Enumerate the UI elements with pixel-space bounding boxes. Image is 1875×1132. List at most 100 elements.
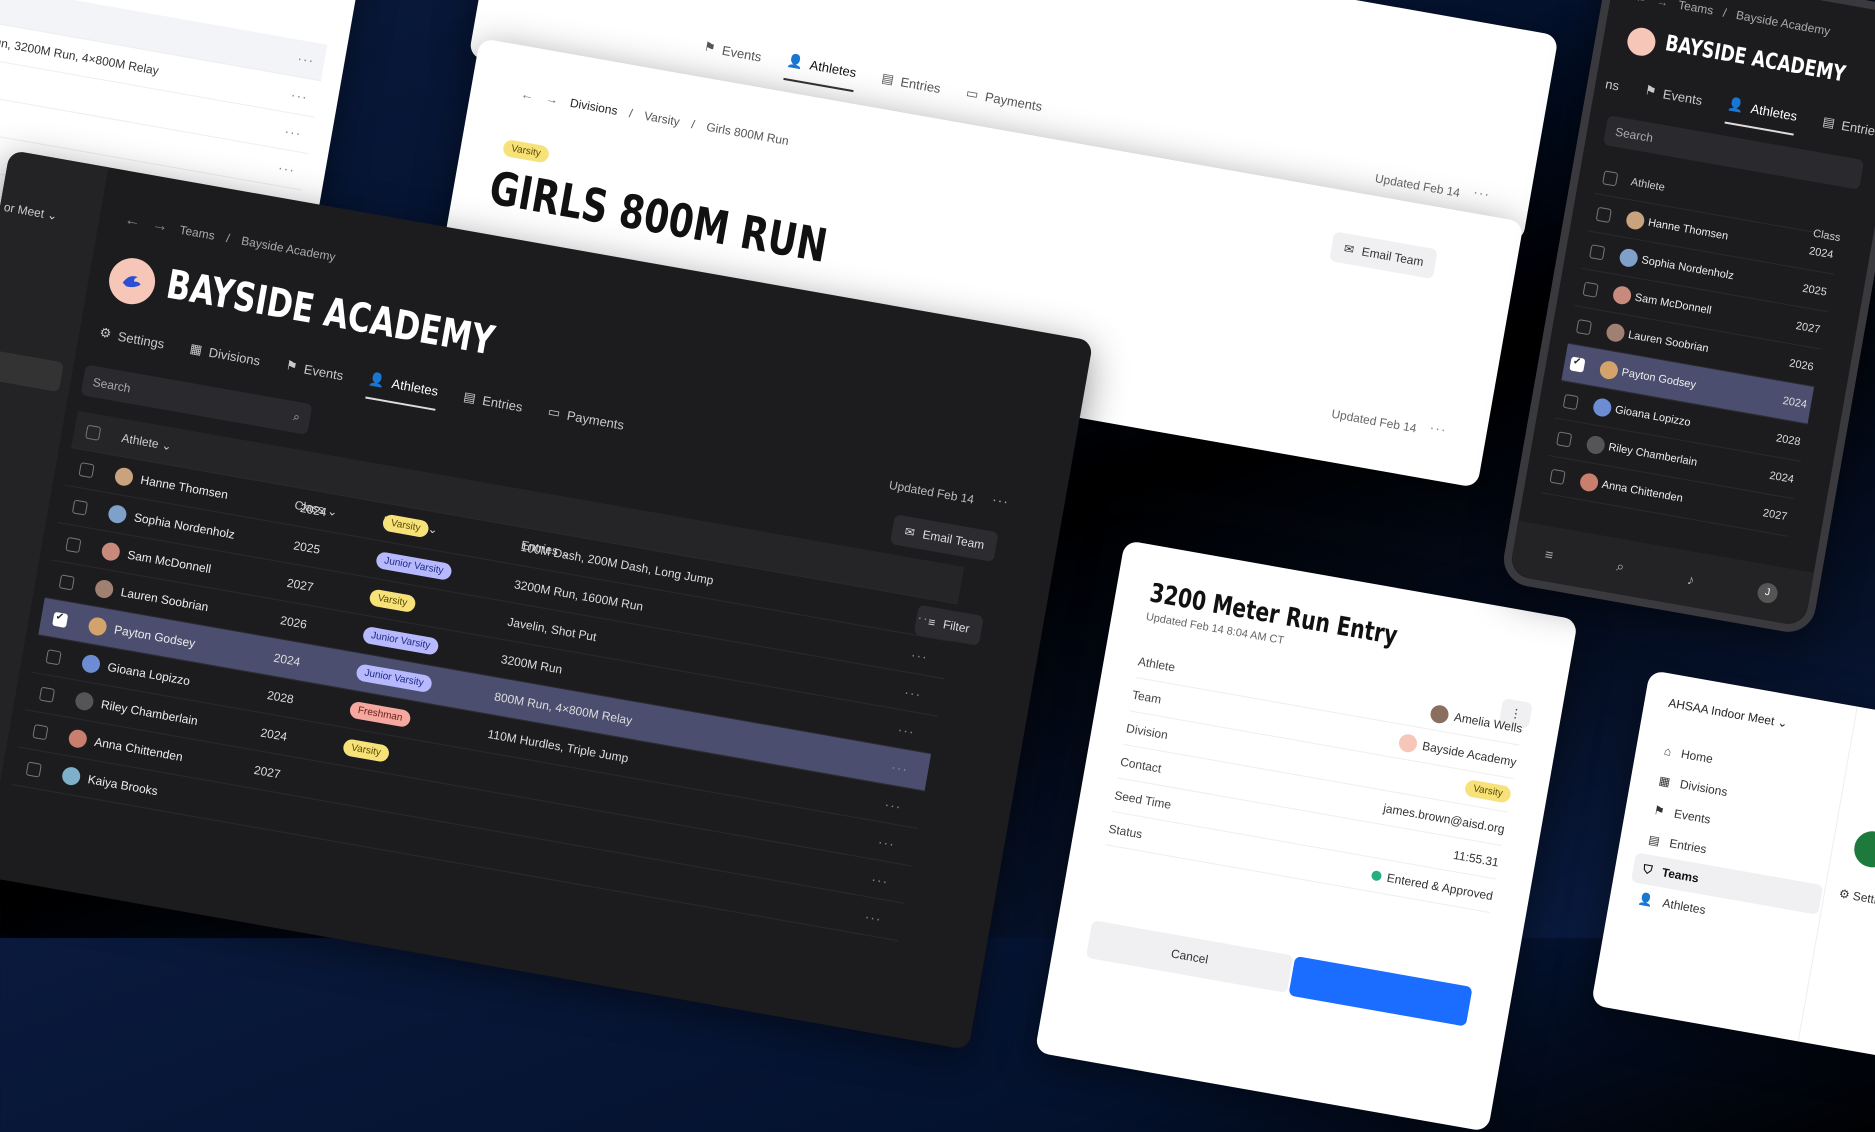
more-menu-icon[interactable]: ···	[897, 721, 917, 740]
tab-events[interactable]: ⚑ Events	[282, 356, 345, 394]
avatar	[87, 615, 109, 637]
more-menu-icon[interactable]: ···	[890, 758, 910, 777]
tab-label: Payments	[565, 407, 626, 433]
tab-divisions[interactable]: ▦ Divisions	[187, 339, 262, 379]
tab-label: Payments	[983, 88, 1044, 114]
row-checkbox[interactable]	[32, 723, 49, 740]
athlete-class: 2026	[279, 612, 309, 632]
breadcrumb-teams[interactable]: Teams	[179, 223, 216, 243]
forward-arrow-icon[interactable]: →	[151, 216, 170, 237]
meet-selector[interactable]: AHSAA Indoor Meet ⌄	[1667, 696, 1788, 731]
settings-link[interactable]: ⚙ Setti	[1838, 886, 1875, 906]
avatar	[1591, 396, 1613, 418]
row-checkbox[interactable]	[52, 611, 69, 628]
avatar	[60, 765, 82, 787]
row-checkbox[interactable]	[1556, 430, 1573, 448]
cancel-button[interactable]: Cancel	[1085, 920, 1294, 993]
tab-athletes[interactable]: 👤Athletes	[783, 52, 858, 93]
breadcrumb-divisions[interactable]: Divisions	[569, 95, 619, 117]
row-checkbox[interactable]	[38, 686, 56, 703]
more-menu-icon[interactable]: ···	[877, 833, 897, 852]
forward-arrow-icon[interactable]: →	[1656, 0, 1670, 10]
more-menu-icon[interactable]: ···	[290, 86, 310, 105]
avatar[interactable]: J	[1755, 580, 1780, 605]
row-checkbox[interactable]	[58, 573, 75, 591]
division-badge: Junior Varsity	[361, 625, 440, 656]
more-menu-icon[interactable]: ···	[1472, 183, 1492, 202]
athlete-name: Lauren Soobrian	[119, 584, 210, 614]
select-all-checkbox[interactable]	[1602, 170, 1619, 187]
column-athlete[interactable]: Athlete ⌄	[121, 430, 173, 453]
row-checkbox[interactable]	[71, 498, 89, 516]
updated-label: Updated Feb 14	[1330, 406, 1418, 436]
row-checkbox[interactable]	[1562, 393, 1579, 410]
confirm-button[interactable]	[1288, 955, 1473, 1027]
tab-entries[interactable]: ▤Entries	[460, 388, 524, 426]
breadcrumb-teams[interactable]: Teams	[1677, 0, 1714, 18]
more-menu-icon[interactable]: ···	[1429, 419, 1449, 438]
row-checkbox[interactable]	[65, 536, 82, 553]
athlete-name: Anna Chittenden	[1600, 478, 1684, 505]
row-checkbox[interactable]	[45, 648, 62, 665]
row-checkbox[interactable]	[1582, 281, 1599, 298]
more-menu-icon[interactable]: ···	[903, 683, 923, 702]
select-all-checkbox[interactable]	[85, 424, 102, 441]
more-menu-icon[interactable]: ···	[277, 159, 297, 178]
tab-ns[interactable]: ns	[1602, 74, 1620, 104]
tab-entries[interactable]: ▤Entries	[878, 69, 942, 107]
back-arrow-icon[interactable]: ←	[520, 86, 535, 103]
tab-payments[interactable]: ▭ Payments	[963, 84, 1044, 125]
tab-entries[interactable]: ▤Entries	[1819, 113, 1875, 151]
email-team-button[interactable]: ✉ Email Team	[890, 514, 999, 563]
more-menu-icon[interactable]: ···	[283, 123, 303, 142]
more-menu-icon[interactable]: ···	[870, 870, 890, 889]
home-icon: ⌂	[1662, 743, 1673, 759]
tab-label: Events	[302, 361, 345, 383]
email-team-button[interactable]: ✉ Email Team	[1329, 231, 1438, 280]
avatar	[1429, 703, 1450, 725]
mobile-app-card: ← → Teams / Bayside Academy BAYSIDE ACAD…	[1499, 0, 1875, 637]
more-menu-icon[interactable]: ···	[916, 608, 936, 627]
more-menu-icon[interactable]: ···	[296, 50, 316, 69]
tab-label: Settings	[116, 328, 166, 352]
tab-events[interactable]: ⚑ Events	[1642, 81, 1704, 119]
more-menu-icon[interactable]: ···	[991, 491, 1011, 510]
entries-icon: ▤	[880, 70, 896, 87]
back-arrow-icon[interactable]: ←	[123, 211, 142, 232]
column-athlete[interactable]: Athlete	[1630, 176, 1666, 194]
payments-icon: ▭	[546, 403, 562, 421]
bell-icon[interactable]: ♪	[1686, 571, 1696, 588]
division-badge: Varsity	[501, 138, 550, 164]
athlete-name: Gioana Lopizzo	[1614, 403, 1692, 429]
row-checkbox[interactable]	[1589, 243, 1606, 260]
tab-events[interactable]: ⚑ Events	[701, 38, 763, 76]
forward-arrow-icon[interactable]: →	[544, 90, 559, 107]
more-menu-icon[interactable]: ···	[864, 908, 884, 927]
sidebar-item-active[interactable]	[0, 346, 64, 393]
row-checkbox[interactable]	[1575, 318, 1593, 335]
sidebar-item-label: Teams	[1660, 865, 1700, 886]
tab-settings[interactable]: ⚙Settings	[96, 323, 166, 362]
tab-athletes[interactable]: 👤Athletes	[365, 370, 440, 411]
events-icon: ⚑	[702, 38, 717, 56]
more-menu-icon[interactable]: ···	[910, 646, 930, 665]
row-checkbox[interactable]	[78, 461, 95, 478]
breadcrumb-varsity[interactable]: Varsity	[643, 108, 681, 128]
field-label: Athlete	[1137, 653, 1177, 675]
tab-payments[interactable]: ▭ Payments	[545, 403, 626, 444]
row-checkbox[interactable]	[1549, 468, 1566, 485]
tab-athletes[interactable]: 👤Athletes	[1724, 95, 1799, 136]
back-arrow-icon[interactable]: ←	[1634, 0, 1648, 6]
athlete-class: 2026	[1788, 356, 1815, 374]
row-checkbox[interactable]	[25, 760, 42, 778]
search-icon[interactable]: ⌕	[1615, 558, 1626, 576]
row-checkbox[interactable]	[1595, 206, 1612, 223]
row-checkbox[interactable]	[1569, 355, 1586, 373]
athlete-class: 2027	[252, 762, 282, 781]
tab-label: Athletes	[390, 375, 440, 399]
meet-selector[interactable]: or Meet ⌄	[3, 200, 59, 223]
athlete-class: 2027	[1794, 319, 1822, 336]
more-menu-icon[interactable]: ···	[883, 795, 903, 814]
menu-icon[interactable]: ≡	[1544, 545, 1555, 562]
athlete-class: 2024	[259, 724, 289, 744]
